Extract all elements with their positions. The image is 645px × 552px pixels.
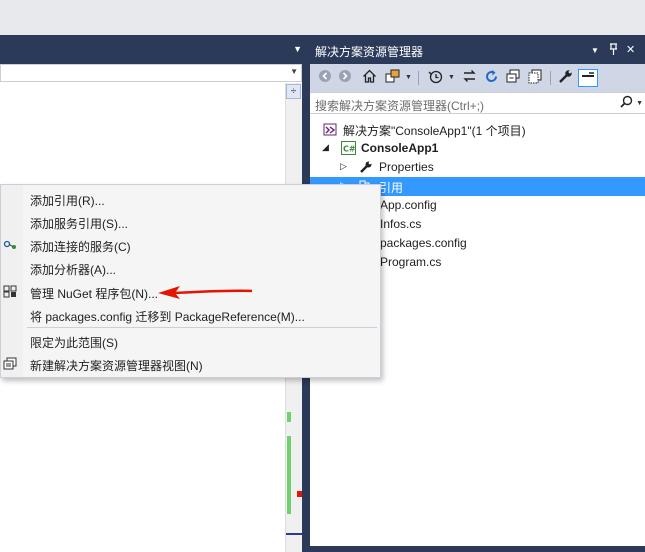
navigation-combo[interactable]: ▼ [0,64,302,82]
svg-text:C#: C# [343,145,356,154]
panel-bottom-border [310,546,645,552]
toolbar-separator [418,71,419,85]
search-placeholder: 搜索解决方案资源管理器(Ctrl+;) [315,99,484,113]
menu-item-add-reference[interactable]: 添加引用(R)... [1,188,380,211]
search-icon[interactable] [620,95,633,111]
connected-service-icon [2,238,18,254]
split-window-button[interactable]: ÷ [286,84,301,99]
tree-item-label: packages.config [380,236,467,250]
menu-item-label: 添加分析器(A)... [30,263,116,277]
pending-changes-icon[interactable] [426,69,444,87]
preview-icon[interactable] [578,69,598,87]
tab-dropdown-icon[interactable]: ▼ [293,44,302,54]
sync-icon[interactable] [460,69,478,87]
panel-title: 解决方案资源管理器 [315,45,424,59]
close-icon[interactable]: ✕ [626,43,635,56]
menu-separator [27,327,377,328]
window-title-bar [0,0,645,35]
menu-item-new-se-view[interactable]: 新建解决方案资源管理器视图(N) [1,353,380,376]
new-view-icon [2,357,18,373]
tree-item-properties[interactable]: ▷ Properties [310,158,645,177]
menu-item-scope-to-this[interactable]: 限定为此范围(S) [1,330,380,353]
visual-studio-solution-icon [323,122,337,136]
scrollbar-change-marker [287,436,291,514]
tree-item-label: ConsoleApp1 [361,141,439,155]
home-icon[interactable] [360,69,378,87]
solution-explorer-search[interactable]: 搜索解决方案资源管理器(Ctrl+;) ▼ [310,92,645,114]
nuget-icon [2,285,18,301]
tree-item-label: 引用 [379,181,404,195]
refresh-icon[interactable] [482,69,500,87]
scrollbar-position-marker [286,533,303,535]
tree-item-project[interactable]: ◢ C# ConsoleApp1 [310,139,645,158]
back-icon[interactable] [316,69,334,87]
collapse-all-icon[interactable] [504,69,522,87]
pin-icon[interactable] [609,43,618,58]
solution-explorer-title-bar: 解决方案资源管理器 ▼ ✕ [310,35,645,64]
scrollbar-change-marker [287,412,291,422]
menu-item-label: 添加服务引用(S)... [30,217,128,231]
wrench-icon [359,160,373,174]
editor-tab-bar: ▼ [0,35,308,64]
forward-icon[interactable] [336,69,354,87]
toolbar-separator [550,71,551,85]
switch-views-icon[interactable] [384,69,402,87]
menu-item-add-service-reference[interactable]: 添加服务引用(S)... [1,211,380,234]
tree-item-label: 解决方案"ConsoleApp1"(1 个项目) [343,124,526,138]
chevron-down-icon[interactable]: ▼ [448,74,455,81]
menu-item-label: 添加连接的服务(C) [30,240,131,254]
show-all-files-icon[interactable] [526,69,544,87]
search-options-icon[interactable]: ▼ [636,100,643,107]
tree-item-label: Properties [379,160,434,174]
menu-item-add-analyzer[interactable]: 添加分析器(A)... [1,257,380,280]
menu-item-label: 添加引用(R)... [30,194,105,208]
expand-icon[interactable]: ▷ [340,161,347,172]
menu-item-migrate-packages[interactable]: 将 packages.config 迁移到 PackageReference(M… [1,304,380,327]
chevron-down-icon[interactable]: ▼ [405,74,412,81]
tree-item-label: Program.cs [380,255,442,269]
menu-item-label: 将 packages.config 迁移到 PackageReference(M… [30,310,305,324]
menu-item-add-connected-service[interactable]: 添加连接的服务(C) [1,234,380,257]
tree-item-label: Infos.cs [380,217,422,231]
tree-item-label: App.config [380,198,437,212]
csharp-project-icon: C# [341,141,356,155]
window-position-icon[interactable]: ▼ [591,46,599,55]
menu-item-label: 管理 NuGet 程序包(N)... [30,287,159,301]
chevron-down-icon[interactable]: ▼ [290,67,298,76]
annotation-arrow-icon [158,286,253,299]
menu-item-label: 新建解决方案资源管理器视图(N) [30,359,203,373]
tree-item-solution[interactable]: 解决方案"ConsoleApp1"(1 个项目) [310,120,645,139]
menu-item-label: 限定为此范围(S) [30,336,118,350]
solution-explorer-toolbar: ▼ ▼ [310,64,645,92]
references-context-menu: 添加引用(R)... 添加服务引用(S)... 添加连接的服务(C) 添加分析器… [0,184,381,378]
collapse-icon[interactable]: ◢ [322,142,329,153]
properties-icon[interactable] [556,69,574,87]
